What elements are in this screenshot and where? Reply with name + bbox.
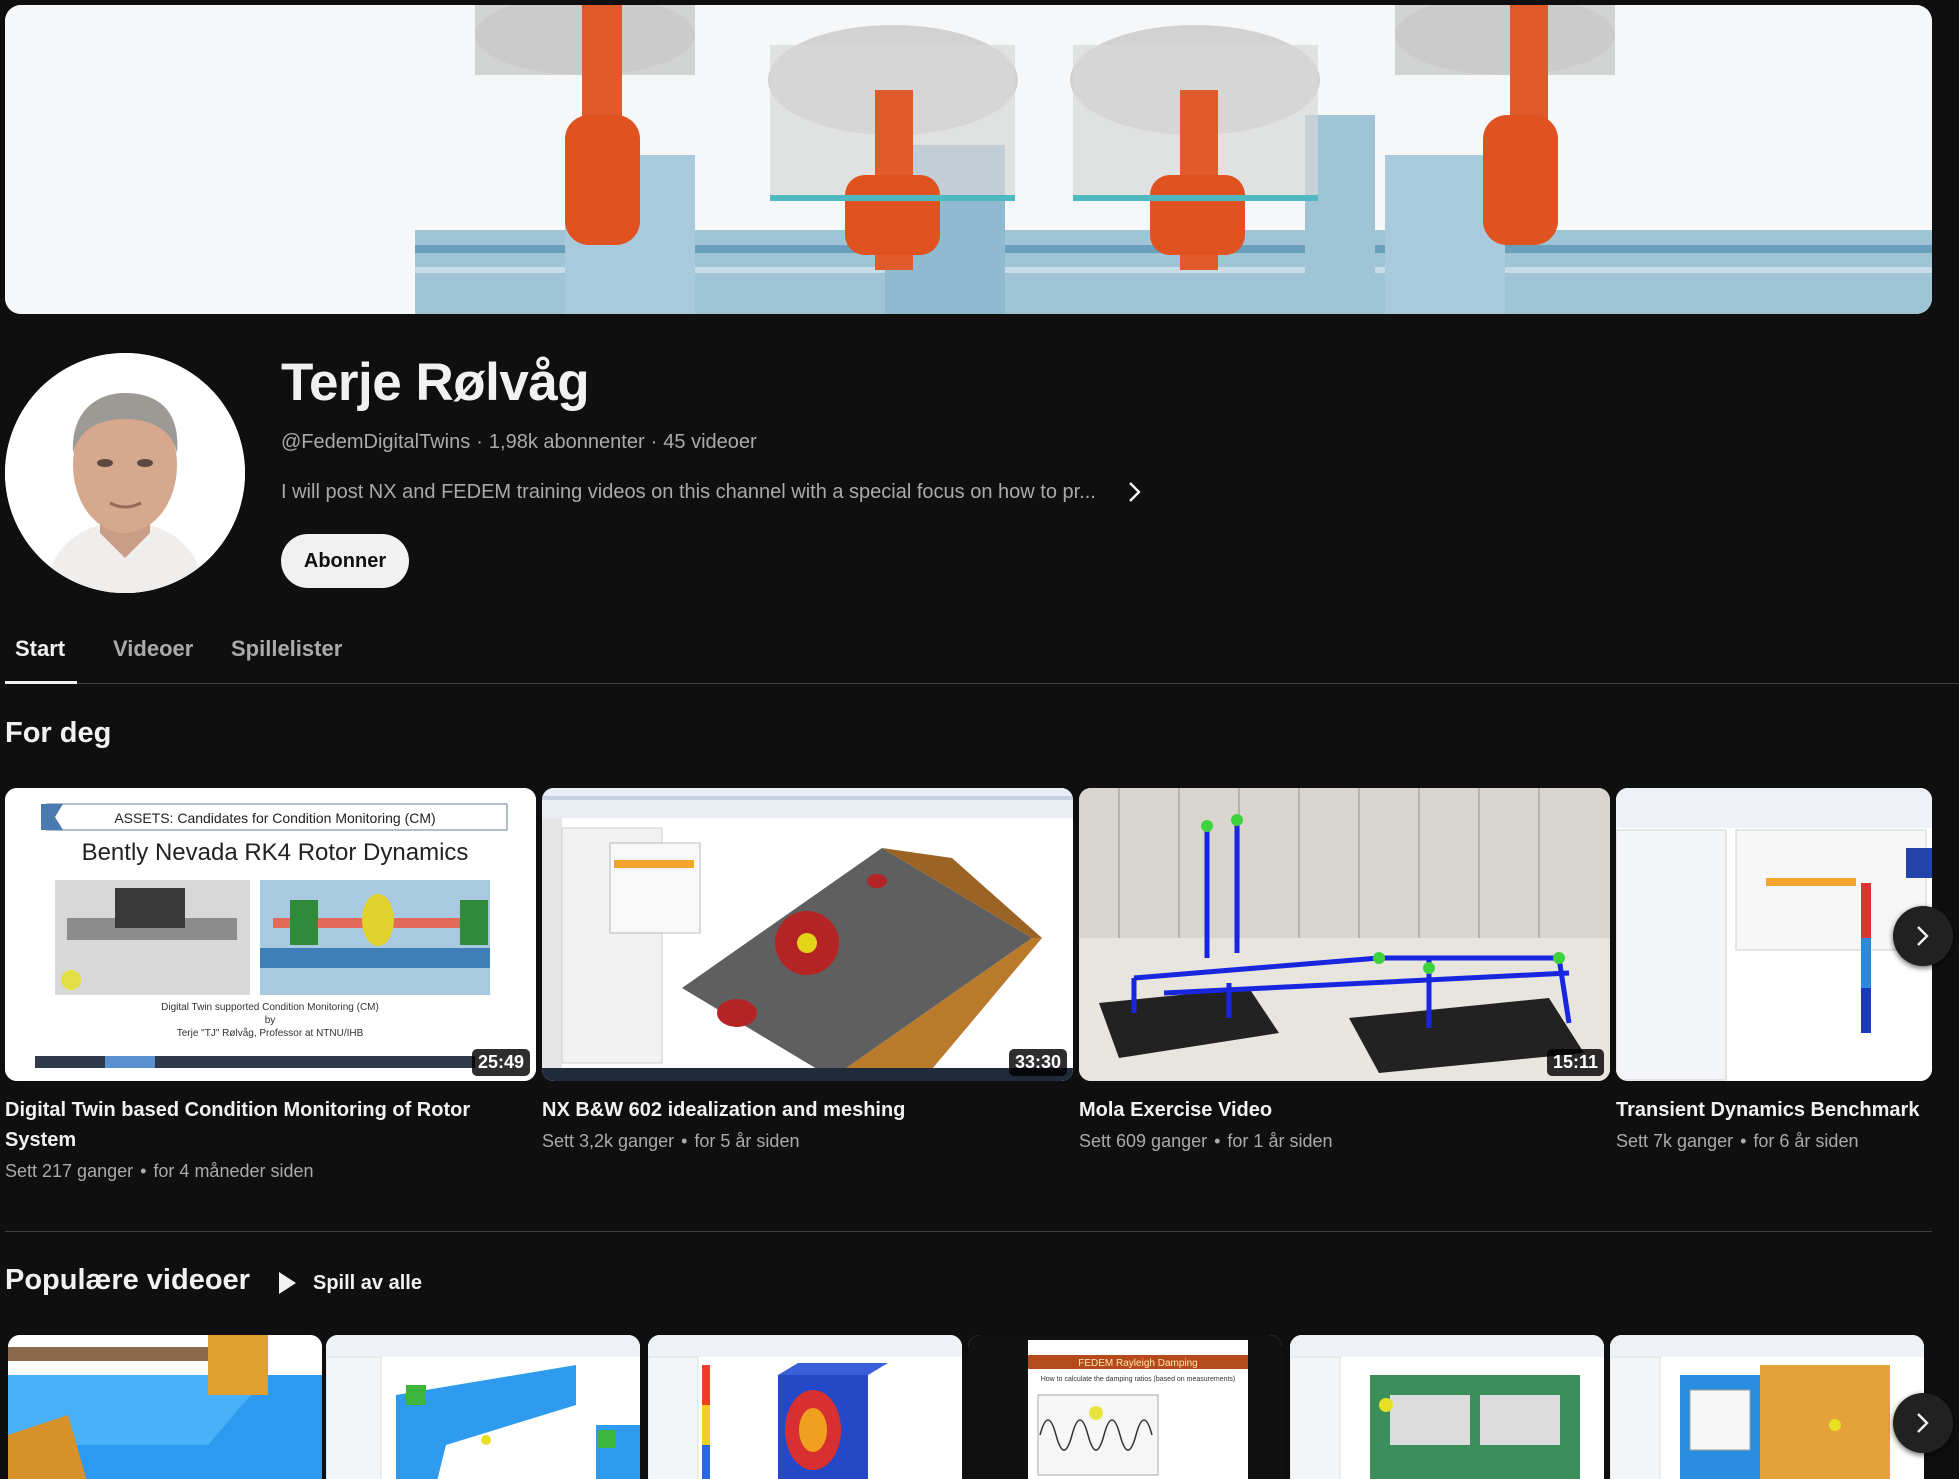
video-views: Sett 3,2k ganger: [542, 1131, 675, 1151]
chevron-right-icon: [1917, 1413, 1929, 1433]
video-duration: 15:11: [1546, 1049, 1604, 1076]
video-title[interactable]: Mola Exercise Video: [1079, 1095, 1579, 1125]
chevron-right-icon[interactable]: [1122, 479, 1148, 505]
video-thumbnail[interactable]: 33:30: [542, 788, 1073, 1081]
play-all-button[interactable]: Spill av alle: [277, 1266, 422, 1300]
slide-thumbnail-image: ASSETS: Candidates for Condition Monitor…: [5, 788, 536, 1081]
slide-heading-text: FEDEM Rayleigh Damping: [1078, 1358, 1198, 1369]
meta-separator: •: [1214, 1131, 1221, 1151]
video-duration: 25:49: [471, 1049, 530, 1076]
play-all-label: Spill av alle: [313, 1271, 422, 1294]
channel-banner: [5, 5, 1932, 314]
mesh-model-image: [1290, 1335, 1604, 1479]
popular-video-thumbnail[interactable]: [1290, 1335, 1604, 1479]
next-button[interactable]: [1893, 1393, 1953, 1453]
video-age: for 5 år siden: [694, 1131, 800, 1151]
channel-handle: @FedemDigitalTwins: [281, 431, 471, 453]
model-structure-image: [1079, 788, 1610, 1081]
portrait-image: [5, 353, 245, 593]
video-count: 45 videoer: [663, 431, 757, 453]
engine-crankshaft-illustration: [5, 5, 1932, 314]
video-card[interactable]: ASSETS: Candidates for Condition Monitor…: [5, 788, 536, 1182]
channel-description-row[interactable]: I will post NX and FEDEM training videos…: [281, 479, 1148, 505]
popular-video-thumbnail[interactable]: [326, 1335, 640, 1479]
video-age: for 4 måneder siden: [153, 1161, 314, 1181]
software-screenshot-image: [1616, 788, 1932, 1081]
tab-videos[interactable]: Videoer: [103, 628, 203, 684]
video-card[interactable]: 15:11 Mola Exercise Video Sett 609 gange…: [1079, 788, 1610, 1152]
video-meta: Sett 217 ganger • for 4 måneder siden: [5, 1161, 536, 1182]
popular-video-thumbnail[interactable]: [8, 1335, 322, 1479]
video-title[interactable]: Transient Dynamics Benchmark: [1616, 1095, 1959, 1125]
slide-assets-text: ASSETS: Candidates for Condition Monitor…: [114, 810, 435, 826]
slide-line3-text: Terje "TJ" Rølvåg, Professor at NTNU/IHB: [177, 1027, 364, 1039]
channel-meta: @FedemDigitalTwins · 1,98k abonnenter · 45 v…: [281, 431, 757, 454]
slide-line1-text: Digital Twin supported Condition Monitor…: [161, 1002, 379, 1013]
slide-sub-text: How to calculate the damping ratios (bas…: [1041, 1376, 1236, 1383]
meta-separator: ·: [476, 431, 483, 453]
chevron-right-icon: [1917, 926, 1929, 946]
subscriber-count: 1,98k abonnenter: [488, 431, 645, 453]
channel-avatar: [5, 353, 245, 593]
popular-video-thumbnail[interactable]: FEDEM Rayleigh Damping How to calculate …: [968, 1335, 1282, 1479]
model-thumbnail-image: [326, 1335, 640, 1479]
video-title[interactable]: Digital Twin based Condition Monitoring …: [5, 1095, 505, 1155]
channel-tabs: Start Videoer Spillelister: [5, 628, 1959, 684]
meta-separator: •: [140, 1161, 147, 1181]
video-age: for 6 år siden: [1753, 1131, 1859, 1151]
video-age: for 1 år siden: [1227, 1131, 1333, 1151]
cad-screenshot-image: [542, 788, 1073, 1081]
tab-start[interactable]: Start: [5, 628, 77, 684]
section-title-for-you: For deg: [5, 717, 112, 749]
section-divider: [5, 1231, 1932, 1232]
video-duration: 33:30: [1008, 1049, 1067, 1076]
damping-slide-image: FEDEM Rayleigh Damping How to calculate …: [968, 1335, 1282, 1479]
subscribe-button[interactable]: Abonner: [281, 534, 409, 588]
slide-line2-text: by: [265, 1015, 276, 1026]
meta-separator: ·: [650, 431, 658, 453]
video-meta: Sett 609 ganger • for 1 år siden: [1079, 1131, 1610, 1152]
video-views: Sett 217 ganger: [5, 1161, 134, 1181]
next-button[interactable]: [1893, 906, 1953, 966]
meta-separator: •: [1740, 1131, 1747, 1151]
channel-name: Terje Rølvåg: [281, 353, 590, 412]
video-views: Sett 609 ganger: [1079, 1131, 1208, 1151]
video-card[interactable]: Transient Dynamics Benchmark Sett 7k gan…: [1616, 788, 1932, 1152]
video-meta: Sett 7k ganger • for 6 år siden: [1616, 1131, 1932, 1152]
software-screenshot-image: [1610, 1335, 1924, 1479]
section-title-popular: Populære videoer: [5, 1264, 250, 1296]
video-meta: Sett 3,2k ganger • for 5 år siden: [542, 1131, 1073, 1152]
popular-video-thumbnail[interactable]: [648, 1335, 962, 1479]
video-thumbnail[interactable]: [1616, 788, 1932, 1081]
meta-separator: •: [681, 1131, 688, 1151]
channel-description[interactable]: I will post NX and FEDEM training videos…: [281, 481, 1096, 504]
fea-result-image: [648, 1335, 962, 1479]
video-thumbnail[interactable]: 15:11: [1079, 788, 1610, 1081]
video-views: Sett 7k ganger: [1616, 1131, 1734, 1151]
video-card[interactable]: 33:30 NX B&W 602 idealization and meshin…: [542, 788, 1073, 1152]
play-icon: [279, 1272, 296, 1294]
tab-playlists[interactable]: Spillelister: [221, 628, 352, 684]
model-thumbnail-image: [8, 1335, 322, 1479]
popular-video-thumbnail[interactable]: [1610, 1335, 1924, 1479]
slide-heading-text: Bently Nevada RK4 Rotor Dynamics: [82, 839, 469, 866]
video-thumbnail[interactable]: ASSETS: Candidates for Condition Monitor…: [5, 788, 536, 1081]
video-title[interactable]: NX B&W 602 idealization and meshing: [542, 1095, 1042, 1125]
